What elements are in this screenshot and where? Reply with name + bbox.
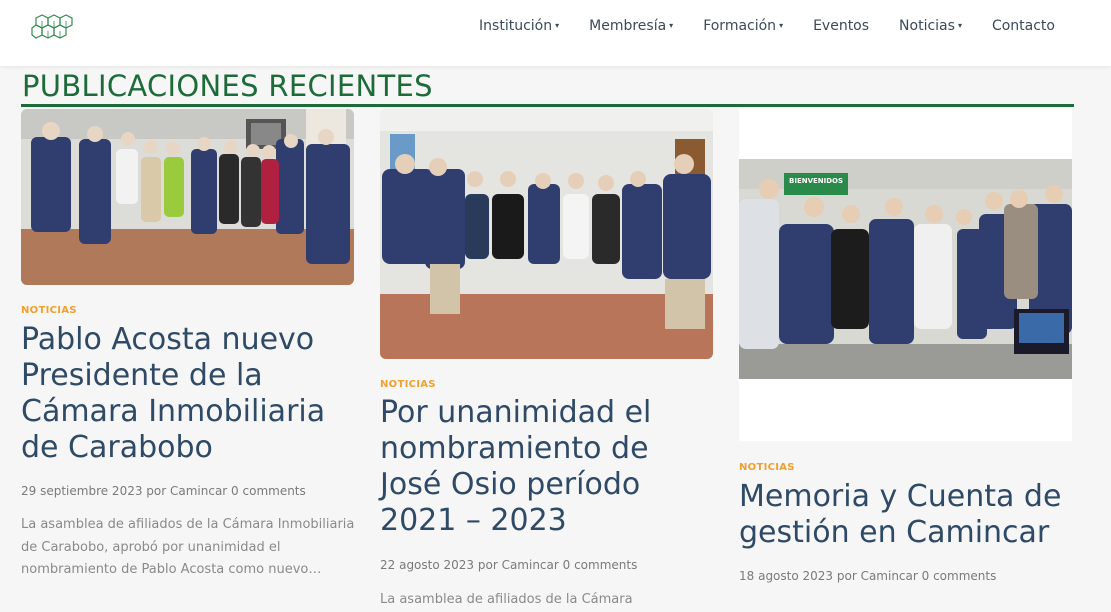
post-category[interactable]: NOTICIAS <box>739 462 795 473</box>
chevron-down-icon: ▾ <box>555 21 560 30</box>
section-title-divider <box>21 104 1074 107</box>
chevron-down-icon: ▾ <box>779 21 784 30</box>
site-header: Institución ▾ Membresía ▾ Formación ▾ Event… <box>0 0 1111 66</box>
nav-item-institucion[interactable]: Institución ▾ <box>464 16 574 36</box>
post-meta: 29 septiembre 2023 por Camincar 0 commen… <box>21 484 306 498</box>
nav-item-eventos[interactable]: Eventos <box>798 16 884 36</box>
post-meta: 22 agosto 2023 por Camincar 0 comments <box>380 558 638 572</box>
post-category[interactable]: NOTICIAS <box>380 379 436 390</box>
post-title[interactable]: Pablo Acosta nuevo Presidente de la Cáma… <box>21 322 351 466</box>
post-title[interactable]: Por unanimidad el nombramiento de José O… <box>380 395 710 539</box>
post-excerpt: La asamblea de afiliados de la Cámara <box>380 592 633 607</box>
nav-item-contacto[interactable]: Contacto <box>977 16 1070 36</box>
post-image[interactable] <box>21 109 354 285</box>
post-excerpt: La asamblea de afiliados de la Cámara In… <box>21 517 355 577</box>
hexagon-cubes-logo[interactable] <box>30 12 76 40</box>
nav-label: Contacto <box>991 18 1055 34</box>
nav-item-noticias[interactable]: Noticias ▾ <box>884 16 977 36</box>
post-image[interactable] <box>380 109 713 359</box>
nav-label: Noticias <box>899 18 955 34</box>
chevron-down-icon: ▾ <box>669 21 674 30</box>
section-title: PUBLICACIONES RECIENTES <box>22 69 433 103</box>
post-title[interactable]: Memoria y Cuenta de gestión en Camincar <box>739 479 1079 551</box>
nav-label: Membresía <box>589 18 667 34</box>
post-image[interactable]: BIENVENIDOS <box>739 159 1072 379</box>
nav-label: Institución <box>479 18 553 34</box>
nav-item-membresia[interactable]: Membresía ▾ <box>574 16 688 36</box>
chevron-down-icon: ▾ <box>957 21 962 30</box>
welcome-banner: BIENVENIDOS <box>789 177 844 185</box>
post-meta: 18 agosto 2023 por Camincar 0 comments <box>739 569 997 583</box>
nav-item-formacion[interactable]: Formación ▾ <box>688 16 798 36</box>
nav-label: Eventos <box>813 18 870 34</box>
main-nav: Institución ▾ Membresía ▾ Formación ▾ Event… <box>464 16 1070 36</box>
post-category[interactable]: NOTICIAS <box>21 305 77 316</box>
nav-label: Formación <box>703 18 777 34</box>
